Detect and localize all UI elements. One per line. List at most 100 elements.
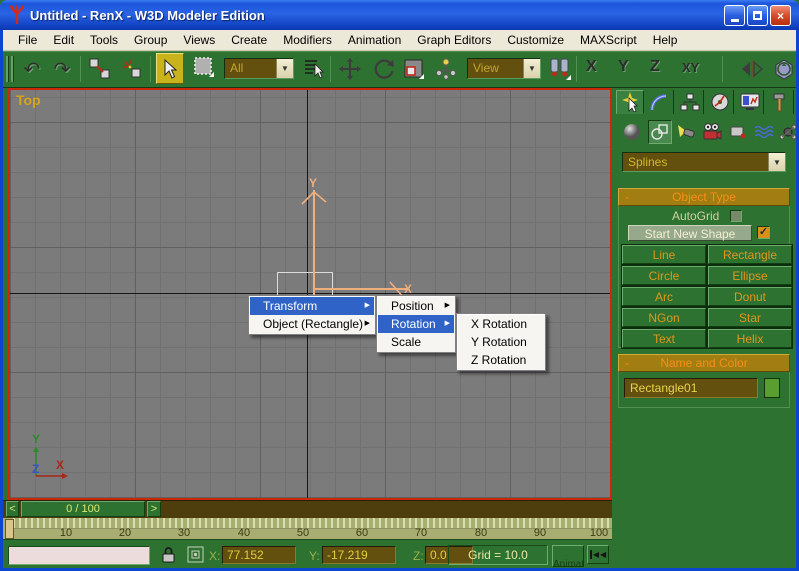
menu-maxscript[interactable]: MAXScript — [573, 31, 644, 49]
tab-modify[interactable] — [646, 90, 674, 114]
tab-hierarchy[interactable] — [676, 90, 704, 114]
tab-utilities[interactable] — [766, 90, 794, 114]
context-menu-item-transform[interactable]: Transform ▶ — [250, 297, 374, 315]
rectangular-selection-region-button[interactable] — [190, 54, 218, 80]
restrict-z-button[interactable]: Z — [650, 58, 660, 76]
ruler-label: 50 — [297, 527, 309, 539]
shape-button-ngon[interactable]: NGon — [622, 308, 706, 327]
menu-help[interactable]: Help — [646, 31, 685, 49]
submenu-item-position[interactable]: Position ▶ — [378, 297, 454, 315]
shape-button-line[interactable]: Line — [622, 245, 706, 264]
hammer-icon — [770, 92, 790, 112]
x-coord-field[interactable]: 77.152 — [222, 546, 296, 564]
viewport-top[interactable]: Top Y X Y Z X — [8, 88, 612, 500]
shape-category-dropdown[interactable]: Splines ▼ — [622, 152, 786, 172]
menu-animation[interactable]: Animation — [341, 31, 408, 49]
mirror-button[interactable] — [738, 56, 766, 82]
menu-graph-editors[interactable]: Graph Editors — [410, 31, 498, 49]
absolute-mode-toggle[interactable] — [187, 546, 204, 568]
name-color-rollout-header[interactable]: - Name and Color — [618, 354, 790, 372]
unlink-selection-button[interactable] — [118, 56, 146, 82]
viewport-label[interactable]: Top — [16, 92, 41, 108]
menu-file[interactable]: File — [11, 31, 44, 49]
object-color-swatch[interactable] — [764, 378, 780, 398]
time-slider[interactable]: 0 / 100 — [21, 501, 145, 517]
select-object-button[interactable] — [156, 53, 184, 84]
timeline-handle[interactable] — [5, 519, 14, 539]
shape-button-text[interactable]: Text — [622, 329, 706, 348]
chevron-down-icon[interactable]: ▼ — [523, 59, 540, 78]
submenu-item-z-rotation[interactable]: Z Rotation — [458, 351, 544, 369]
toolbar-grip[interactable] — [6, 56, 9, 82]
menu-edit[interactable]: Edit — [46, 31, 81, 49]
start-new-shape-checkbox[interactable]: ✓ — [757, 226, 770, 239]
start-new-shape-button[interactable]: Start New Shape — [628, 225, 752, 241]
tab-display[interactable] — [736, 90, 764, 114]
chevron-down-icon[interactable]: ▼ — [276, 59, 293, 78]
menu-tools[interactable]: Tools — [83, 31, 125, 49]
category-space-warps-button[interactable] — [752, 120, 776, 144]
selection-lock-toggle[interactable] — [161, 546, 176, 569]
selection-filter-dropdown[interactable]: All ▼ — [224, 58, 294, 79]
select-and-rotate-button[interactable] — [370, 56, 398, 82]
select-and-link-button[interactable] — [86, 56, 114, 82]
absolute-mode-icon — [187, 546, 204, 563]
ruler-label: 10 — [60, 527, 72, 539]
previous-frame-arrow-button[interactable]: < — [6, 501, 19, 517]
shape-button-rectangle[interactable]: Rectangle — [708, 245, 792, 264]
category-cameras-button[interactable] — [700, 120, 724, 144]
minimize-button[interactable] — [724, 5, 745, 26]
timeline-ruler[interactable]: 10 20 30 40 50 60 70 80 90 100 — [3, 518, 619, 540]
go-to-start-button[interactable]: ◀◀ — [587, 545, 609, 564]
shape-button-star[interactable]: Star — [708, 308, 792, 327]
redo-button[interactable]: ↷ — [48, 56, 76, 82]
reference-coordinate-dropdown[interactable]: View ▼ — [467, 58, 541, 79]
object-name-field[interactable]: Rectangle01 — [624, 378, 758, 398]
select-and-move-button[interactable] — [336, 56, 364, 82]
app-logo-icon — [8, 5, 26, 25]
next-frame-arrow-button[interactable]: > — [147, 501, 161, 517]
menu-views[interactable]: Views — [176, 31, 222, 49]
manipulate-icon — [435, 58, 457, 80]
tab-motion[interactable] — [706, 90, 734, 114]
maximize-button[interactable] — [747, 5, 768, 26]
use-pivot-point-button[interactable] — [546, 56, 574, 82]
chevron-down-icon[interactable]: ▼ — [768, 153, 785, 171]
undo-button[interactable]: ↶ — [18, 56, 46, 82]
menu-create[interactable]: Create — [224, 31, 274, 49]
autogrid-checkbox[interactable] — [730, 210, 742, 222]
close-button[interactable]: × — [770, 5, 791, 26]
restrict-y-button[interactable]: Y — [618, 58, 629, 76]
shape-button-donut[interactable]: Donut — [708, 287, 792, 306]
category-helpers-button[interactable] — [726, 120, 750, 144]
submenu-item-y-rotation[interactable]: Y Rotation — [458, 333, 544, 351]
restrict-x-button[interactable]: X — [586, 58, 597, 76]
category-systems-button[interactable] — [776, 120, 799, 144]
title-bar[interactable]: Untitled - RenX - W3D Modeler Edition × — [0, 0, 799, 30]
select-by-name-button[interactable] — [300, 56, 328, 82]
category-shapes-button[interactable] — [648, 120, 672, 144]
category-lights-button[interactable] — [674, 120, 698, 144]
y-coord-field[interactable]: -17.219 — [322, 546, 396, 564]
menu-modifiers[interactable]: Modifiers — [276, 31, 339, 49]
category-geometry-button[interactable] — [620, 120, 644, 144]
selection-filter-value: All — [225, 59, 276, 78]
tab-create[interactable] — [616, 90, 644, 114]
shape-button-ellipse[interactable]: Ellipse — [708, 266, 792, 285]
select-and-manipulate-button[interactable] — [432, 56, 460, 82]
select-and-scale-button[interactable] — [400, 56, 428, 82]
schematic-view-button[interactable] — [770, 56, 798, 82]
submenu-item-x-rotation[interactable]: X Rotation — [458, 315, 544, 333]
object-type-rollout-header[interactable]: - Object Type — [618, 188, 790, 206]
shape-button-helix[interactable]: Helix — [708, 329, 792, 348]
restrict-xy-plane-button[interactable]: XY — [682, 60, 699, 75]
submenu-item-scale[interactable]: Scale — [378, 333, 454, 351]
submenu-item-rotation[interactable]: Rotation ▶ — [378, 315, 454, 333]
menu-customize[interactable]: Customize — [500, 31, 571, 49]
context-menu-item-object-rectangle[interactable]: Object (Rectangle) ▶ — [250, 315, 374, 333]
toolbar-grip[interactable] — [11, 56, 14, 82]
shape-button-circle[interactable]: Circle — [622, 266, 706, 285]
shape-button-arc[interactable]: Arc — [622, 287, 706, 306]
menu-group[interactable]: Group — [127, 31, 174, 49]
animate-button[interactable]: Animate — [552, 545, 584, 567]
